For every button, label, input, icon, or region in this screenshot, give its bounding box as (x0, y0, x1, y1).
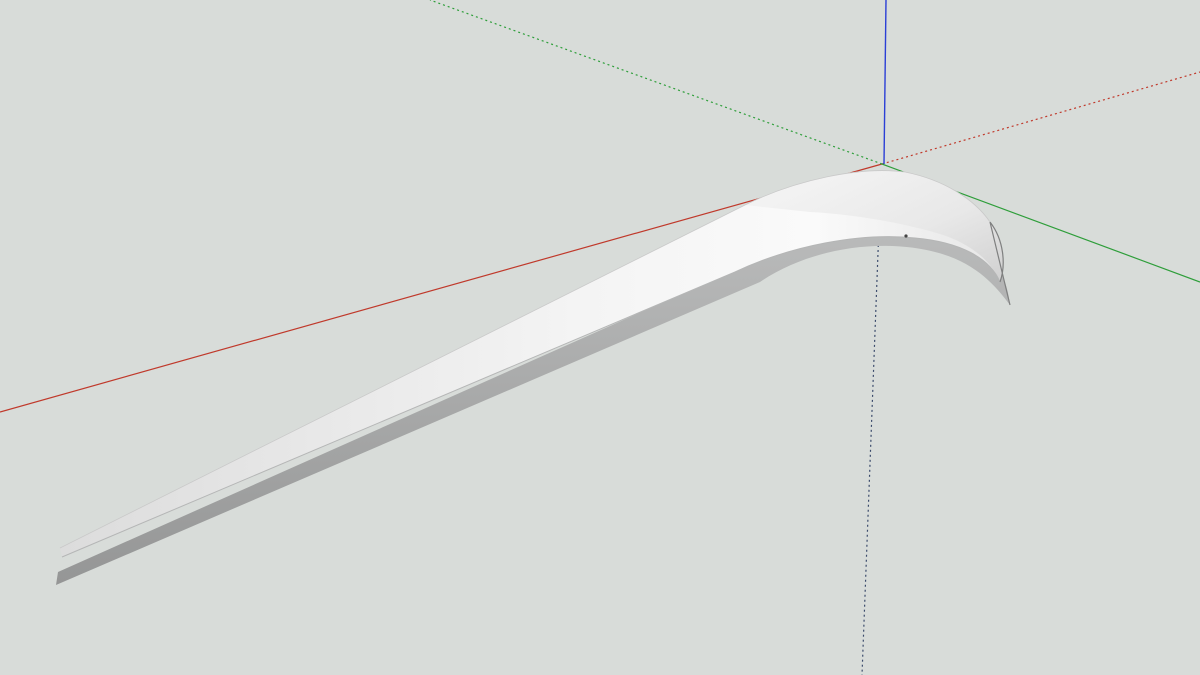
model-vertex-marker (904, 234, 908, 238)
scene (0, 0, 1200, 675)
green-axis-dotted (429, 0, 883, 165)
red-axis-dotted (881, 71, 1200, 165)
model-underside (56, 234, 1010, 586)
blue-axis-solid (883, 0, 887, 165)
3d-viewport[interactable] (0, 0, 1200, 675)
blue-axis-dotted (861, 199, 881, 675)
